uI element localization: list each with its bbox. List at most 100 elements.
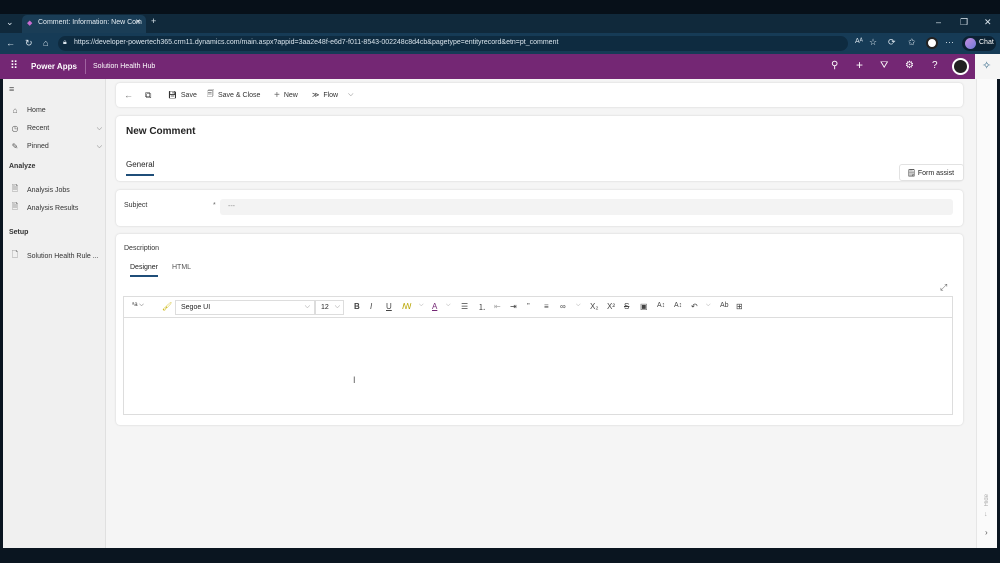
minimize-icon[interactable]: – — [936, 17, 941, 27]
hamburger-menu-icon[interactable]: ≡ — [9, 84, 14, 94]
bold-icon[interactable]: B — [354, 302, 360, 311]
expand-editor-icon[interactable]: ⤢ — [940, 282, 947, 293]
app-area-name[interactable]: Solution Health Hub — [93, 63, 155, 70]
strikethrough-icon[interactable]: S — [624, 302, 629, 311]
close-tab-icon[interactable]: ✕ — [135, 18, 141, 26]
lock-icon: 🔒︎ — [63, 39, 67, 46]
sidebar-item-recent[interactable]: ◷ Recent ⌵ — [10, 124, 103, 133]
back-icon[interactable]: ← — [6, 38, 15, 48]
flow-label: Flow — [323, 91, 339, 99]
more-icon[interactable]: ··· — [945, 37, 954, 47]
home-icon[interactable]: ⌂ — [43, 38, 48, 48]
sidebar-item-label: Home — [27, 107, 46, 114]
font-family-select[interactable]: Segoe UI ⌵ — [175, 300, 315, 315]
browser-tab[interactable]: ◆ Comment: Information: New Com ✕ — [22, 15, 146, 33]
sidebar-item-analysis-results[interactable]: 🗎︎ Analysis Results — [10, 201, 102, 215]
ltr-icon[interactable]: A↕ — [657, 302, 665, 309]
tab-general[interactable]: General — [126, 160, 155, 176]
new-label: New — [283, 91, 298, 99]
subscript-icon[interactable]: X₂ — [590, 302, 598, 311]
undo-icon[interactable]: ↶ — [691, 302, 698, 311]
favorites-icon[interactable]: ✩ — [908, 37, 916, 48]
tab-html[interactable]: HTML — [172, 264, 191, 271]
copilot-side-pane: Hide ↓ › — [976, 79, 997, 548]
chat-label: Chat — [979, 39, 994, 46]
popout-button[interactable]: ⧉ — [145, 83, 151, 107]
form-assist-button[interactable]: 🗒︎ Form assist — [899, 164, 964, 181]
numbered-list-icon[interactable]: ⒈ — [478, 302, 486, 313]
sidebar-item-label: Analysis Results — [27, 204, 79, 212]
bulleted-list-icon[interactable]: ☰ — [461, 302, 468, 311]
url-input[interactable]: 🔒︎ https://developer-powertech365.crm11.d… — [58, 36, 848, 51]
app-launcher-icon[interactable]: ⠿ — [10, 59, 18, 72]
editor-content-area[interactable] — [124, 318, 952, 414]
format-painter-icon[interactable]: 🖌︎ — [162, 302, 172, 311]
background-window-strip — [0, 0, 1000, 14]
flow-button[interactable]: ≫ Flow ⌵ — [312, 83, 353, 107]
tab-designer[interactable]: Designer — [130, 264, 159, 277]
open-new-window-icon: ⧉ — [145, 89, 152, 100]
highlight-icon[interactable]: ꟿ — [402, 302, 412, 311]
help-icon[interactable]: ? — [932, 60, 938, 71]
sidebar-item-label: Analysis Jobs — [27, 186, 70, 194]
underline-icon[interactable]: U — [386, 302, 392, 311]
tab-list-icon[interactable]: ⌄ — [6, 17, 14, 28]
link-icon[interactable]: ∞ — [560, 302, 566, 311]
font-color-icon[interactable]: A — [432, 302, 437, 311]
spellcheck-icon[interactable]: Ab — [720, 302, 729, 309]
text-style-icon[interactable]: ᵃa ⌵ — [132, 302, 144, 309]
chevron-down-icon: ⌵ — [334, 303, 340, 310]
extensions-icon[interactable]: ⟳ — [888, 37, 896, 48]
chevron-right-icon[interactable]: › — [985, 528, 988, 537]
filter-icon[interactable]: ⛛ — [880, 60, 888, 71]
save-close-button[interactable]: 🗐 Save & Close — [207, 83, 260, 107]
chat-button[interactable]: Chat — [962, 36, 996, 51]
search-icon[interactable]: ⚲ — [831, 60, 838, 71]
document-icon: 🗋︎ — [11, 250, 19, 259]
chevron-down-icon[interactable]: ⌵ — [706, 302, 711, 309]
rich-text-editor: ᵃa ⌵ 🖌︎ Segoe UI ⌵ 12 ⌵ B I U ꟿ ⌵ A ⌵ ☰ ⒈ … — [123, 296, 953, 415]
refresh-icon[interactable]: ↻ — [25, 38, 33, 49]
tab-title: Comment: Information: New Com — [38, 19, 142, 26]
main-content: ← ⧉ 💾︎ Save 🗐 Save & Close + New ≫ Flow ⌵ New… — [106, 79, 976, 548]
profile-avatar[interactable] — [926, 37, 938, 49]
settings-gear-icon[interactable]: ⚙ — [905, 60, 914, 71]
superscript-icon[interactable]: X² — [607, 302, 615, 311]
table-icon[interactable]: ⊞ — [736, 302, 743, 311]
chevron-down-icon[interactable]: ⌵ — [419, 302, 424, 309]
read-aloud-icon[interactable]: Aᴬ — [855, 38, 863, 45]
decrease-indent-icon[interactable]: ⇤ — [494, 302, 501, 311]
sidebar-item-pinned[interactable]: ✎ Pinned ⌵ — [10, 142, 102, 151]
arrow-down-icon: ↓ — [984, 511, 988, 518]
app-header: ⠿ Power Apps Solution Health Hub ⚲ + ⛛ ⚙… — [0, 54, 1000, 79]
quote-icon[interactable]: ” — [527, 302, 530, 311]
clock-icon: ◷ — [11, 124, 19, 133]
font-size-select[interactable]: 12 ⌵ — [315, 300, 344, 315]
add-icon[interactable]: + — [856, 58, 863, 72]
image-icon[interactable]: ▣ — [640, 302, 648, 311]
copilot-wand-icon[interactable]: ✧ — [975, 54, 1000, 79]
subject-input[interactable]: --- — [220, 199, 953, 215]
home-icon: ⌂ — [12, 106, 18, 115]
back-button[interactable]: ← — [124, 83, 133, 107]
sidebar-item-home[interactable]: ⌂ Home — [10, 106, 102, 115]
rtl-icon[interactable]: A↕ — [674, 302, 682, 309]
close-window-icon[interactable]: ✕ — [984, 17, 992, 28]
new-button[interactable]: + New — [274, 83, 298, 107]
increase-indent-icon[interactable]: ⇥ — [510, 302, 517, 311]
chevron-down-icon: ⌵ — [304, 303, 310, 310]
chevron-down-icon[interactable]: ⌵ — [446, 302, 451, 309]
align-icon[interactable]: ≡ — [544, 302, 549, 311]
favorite-star-icon[interactable]: ☆ — [869, 37, 877, 48]
chevron-down-icon[interactable]: ⌵ — [576, 302, 581, 309]
hide-pane-button[interactable]: Hide — [984, 494, 990, 506]
app-name[interactable]: Power Apps — [31, 62, 77, 71]
sidebar-item-analysis-jobs[interactable]: 🗎︎ Analysis Jobs — [10, 183, 102, 197]
user-avatar[interactable] — [952, 58, 969, 75]
italic-icon[interactable]: I — [370, 302, 372, 311]
sidebar-item-solution-health-rule[interactable]: 🗋︎ Solution Health Rule ... — [10, 249, 102, 263]
restore-icon[interactable]: ❐ — [960, 17, 968, 28]
form-assist-icon: 🗒︎ — [907, 170, 918, 177]
save-button[interactable]: 💾︎ Save — [168, 83, 197, 107]
new-tab-icon[interactable]: + — [151, 16, 156, 26]
